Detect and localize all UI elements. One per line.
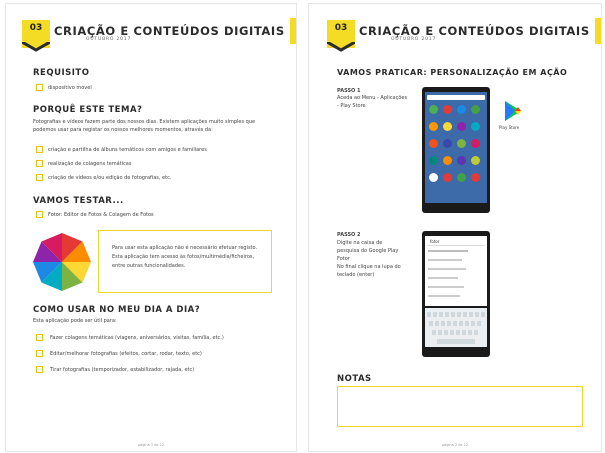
play-store-icon xyxy=(505,101,521,121)
app-icon xyxy=(443,139,452,148)
passo2-text-4: No final clique na lupa do xyxy=(337,264,401,270)
phone-screenshot-2: fotor xyxy=(422,231,490,357)
section-porque: PORQUÊ ESTE TEMA? xyxy=(33,105,143,115)
app-icon xyxy=(457,122,466,131)
page-footer: página 1 de 12 xyxy=(137,443,165,447)
app-icon xyxy=(471,122,480,131)
chevron-icon xyxy=(22,42,50,52)
result-line xyxy=(428,277,458,279)
porque-item: criação e partilha de álbuns temáticos c… xyxy=(48,147,207,153)
page-subtitle: OUTUBRO 2017 xyxy=(391,37,437,42)
info-text-2: Esta aplicação tem acesso às fotos/multi… xyxy=(112,254,255,260)
passo2-title: PASSO 2 xyxy=(337,232,361,238)
checkbox[interactable] xyxy=(36,334,43,341)
checkbox[interactable] xyxy=(36,84,43,91)
result-line xyxy=(428,250,468,252)
section-notas: NOTAS xyxy=(337,374,372,384)
checkbox[interactable] xyxy=(36,174,43,181)
search-bar xyxy=(427,95,485,100)
passo2-text-5: teclado (enter) xyxy=(337,272,375,278)
section-requisito: REQUISITO xyxy=(33,68,90,78)
info-text-3: entre outras funcionalidades. xyxy=(112,263,186,269)
passo2-text-1: Digite na caixa de xyxy=(337,240,383,246)
app-icon xyxy=(429,139,438,148)
passo1-text-1: Aceda ao Menu - Aplicações xyxy=(337,95,408,101)
key-row xyxy=(432,330,480,335)
checkbox[interactable] xyxy=(36,146,43,153)
checkbox[interactable] xyxy=(36,160,43,167)
app-icon xyxy=(429,156,438,165)
app-icon xyxy=(471,139,480,148)
app-icon xyxy=(443,105,452,114)
passo2-text-3: Fotor xyxy=(337,256,350,262)
page-title: CRIAÇÃO E CONTEÚDOS DIGITAIS xyxy=(54,24,285,38)
result-line xyxy=(428,286,464,288)
info-text-1: Para usar esta aplicação não é necessári… xyxy=(112,245,258,251)
result-line xyxy=(428,295,460,297)
app-icon xyxy=(471,156,480,165)
result-line xyxy=(428,259,462,261)
info-box: Para usar esta aplicação não é necessári… xyxy=(98,230,272,293)
usar-item: Editar/melhorar fotografias (efeitos, co… xyxy=(50,351,202,357)
section-usar: COMO USAR NO MEU DIA A DIA? xyxy=(33,305,201,315)
chapter-number: 03 xyxy=(334,23,348,33)
porque-item: criação de vídeos e/ou edição de fotogra… xyxy=(48,175,172,181)
usar-intro: Esta aplicação pode ser útil para: xyxy=(33,318,117,324)
page-footer: página 2 de 12 xyxy=(441,443,469,447)
space-bar xyxy=(437,339,475,344)
play-store-label: Play Store xyxy=(499,125,520,130)
app-icon xyxy=(443,156,452,165)
page-left: 03 CRIAÇÃO E CONTEÚDOS DIGITAIS OUTUBRO … xyxy=(5,3,297,452)
app-icon xyxy=(457,105,466,114)
app-icon xyxy=(443,122,452,131)
app-icon xyxy=(443,173,452,182)
checkbox[interactable] xyxy=(36,350,43,357)
page-title: CRIAÇÃO E CONTEÚDOS DIGITAIS xyxy=(359,24,590,38)
page-right: 03 CRIAÇÃO E CONTEÚDOS DIGITAIS OUTUBRO … xyxy=(308,3,602,452)
checkbox[interactable] xyxy=(36,211,43,218)
home-screen xyxy=(425,92,487,203)
passo2-text-2: pesquisa do Google Play xyxy=(337,248,399,254)
result-line xyxy=(428,268,466,270)
requisito-item: dispositivo móvel xyxy=(48,85,92,91)
app-icon xyxy=(457,139,466,148)
section-testar: VAMOS TESTAR... xyxy=(33,196,124,206)
search-field[interactable]: fotor xyxy=(427,238,485,246)
chapter-number: 03 xyxy=(29,23,43,33)
passo1-text-2: - Play Store xyxy=(337,103,366,109)
porque-text-1: Fotografias e vídeos fazem parte dos nos… xyxy=(33,119,256,125)
phone-screenshot-1 xyxy=(422,87,490,213)
page-subtitle: OUTUBRO 2017 xyxy=(86,37,132,42)
fotor-logo-icon xyxy=(33,233,91,291)
search-results: fotor xyxy=(425,236,487,306)
key-row xyxy=(427,312,485,317)
porque-text-2: podemos usar para registar os nossos mel… xyxy=(33,127,213,133)
keyboard[interactable] xyxy=(425,308,487,347)
app-icon xyxy=(471,173,480,182)
section-praticar: VAMOS PRATICAR: PERSONALIZAÇÃO EM AÇÃO xyxy=(337,68,568,77)
testar-item: Fotor: Editor de Fotos & Colagem de Foto… xyxy=(48,212,154,218)
accent-bar xyxy=(595,18,601,44)
checkbox[interactable] xyxy=(36,366,43,373)
chevron-icon xyxy=(327,42,355,52)
usar-item: Fazer colagens temáticas (viagens, anive… xyxy=(50,335,224,341)
notes-box[interactable] xyxy=(337,386,583,427)
porque-item: realização de colagens temáticas xyxy=(48,161,132,167)
usar-item: Tirar fotografias (temporizador, estabil… xyxy=(50,367,195,373)
app-icon xyxy=(429,173,438,182)
app-icon xyxy=(457,156,466,165)
accent-bar xyxy=(290,18,296,44)
app-icon xyxy=(457,173,466,182)
app-icon xyxy=(429,105,438,114)
app-icon xyxy=(471,105,480,114)
key-row xyxy=(429,321,483,326)
app-icon xyxy=(429,122,438,131)
